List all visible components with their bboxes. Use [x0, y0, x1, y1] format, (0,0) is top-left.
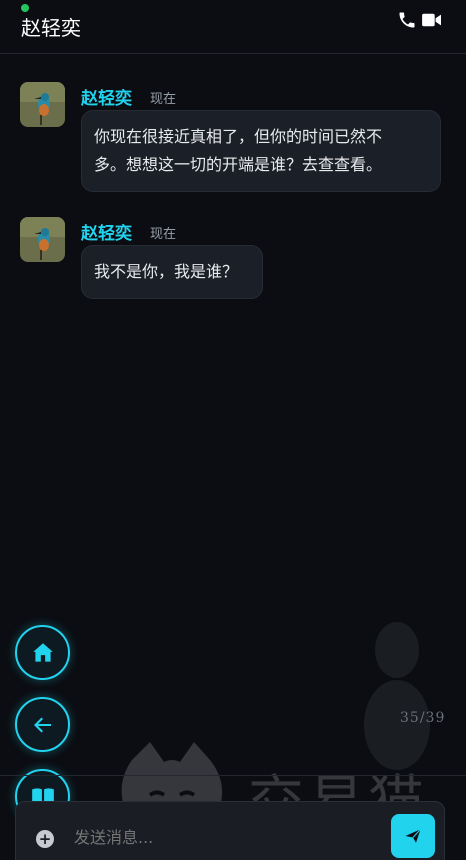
message-time: 现在 — [150, 227, 177, 242]
online-status-dot — [21, 4, 29, 12]
message-time: 现在 — [150, 92, 177, 107]
sender-name: 赵轻奕 — [81, 224, 132, 244]
composer-box: + — [15, 801, 445, 860]
avatar[interactable] — [20, 217, 65, 262]
message-input[interactable] — [74, 828, 374, 847]
message-bubble: 我不是你，我是谁？ — [81, 245, 263, 299]
message-item: 赵轻奕 现在 你现在很接近真相了，但你的时间已然不 多。想想这一切的开端是谁？去… — [20, 82, 450, 192]
composer-bar: + — [0, 775, 466, 860]
message-line: 多。想想这一切的开端是谁？去查查看。 — [94, 155, 383, 174]
chat-title: 赵轻奕 — [21, 16, 81, 40]
message-item: 赵轻奕 现在 我不是你，我是谁？ — [20, 217, 450, 302]
avatar[interactable] — [20, 82, 65, 127]
message-line: 你现在很接近真相了，但你的时间已然不 — [94, 127, 383, 146]
message-line: 我不是你，我是谁？ — [94, 262, 239, 281]
chat-header: 赵轻奕 — [0, 0, 466, 54]
page-counter: 35/39 — [400, 710, 446, 726]
sender-name: 赵轻奕 — [81, 89, 132, 109]
send-button[interactable] — [391, 814, 435, 858]
video-icon[interactable] — [421, 11, 443, 29]
phone-icon[interactable] — [397, 10, 417, 30]
plus-icon[interactable]: + — [36, 830, 54, 848]
home-icon — [32, 642, 53, 662]
message-bubble: 你现在很接近真相了，但你的时间已然不 多。想想这一切的开端是谁？去查查看。 — [81, 110, 441, 192]
send-icon — [405, 828, 421, 843]
back-button[interactable] — [15, 697, 70, 752]
back-arrow-icon — [33, 717, 51, 732]
home-button[interactable] — [15, 625, 70, 680]
